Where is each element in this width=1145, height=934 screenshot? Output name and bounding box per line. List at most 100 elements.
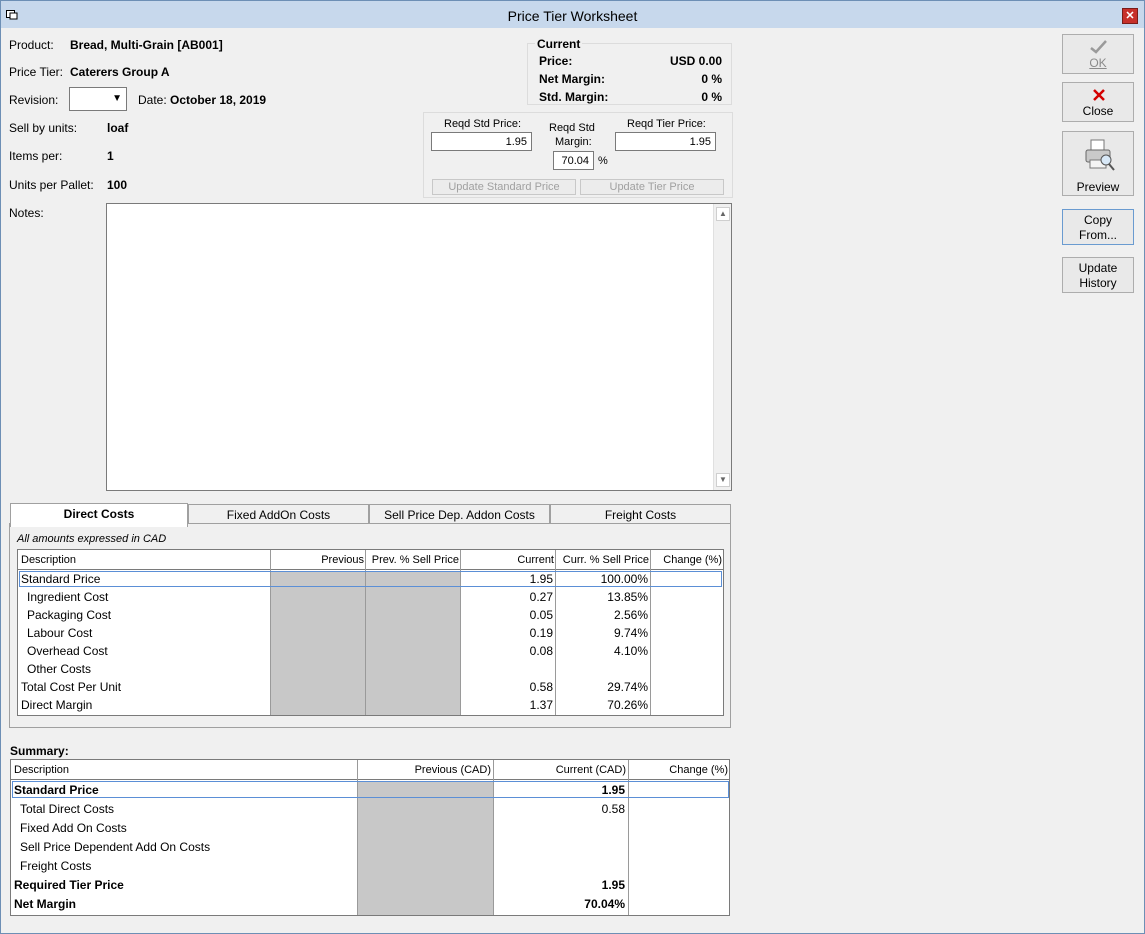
col-header-prev-pct[interactable]: Prev. % Sell Price: [366, 551, 459, 569]
row-current: 1.37: [529, 698, 553, 712]
row-current: 1.95: [529, 572, 553, 586]
row-curr-pct: 2.56%: [613, 608, 648, 622]
row-description: Other Costs: [27, 662, 92, 676]
col-header-current[interactable]: Current: [461, 551, 554, 569]
copy-from-label-1: Copy: [1083, 213, 1112, 227]
close-button-label: Close: [1082, 104, 1114, 118]
price-tier-label: Price Tier:: [9, 65, 64, 79]
summary-row-current: 1.95: [601, 878, 625, 892]
row-current: 0.08: [529, 644, 553, 658]
update-tier-price-button[interactable]: Update Tier Price: [580, 179, 724, 195]
items-per-label: Items per:: [9, 149, 63, 163]
window-title: Price Tier Worksheet: [507, 8, 638, 24]
row-current: 0.19: [529, 626, 553, 640]
update-history-label-2: History: [1079, 276, 1117, 290]
header-divider: [18, 569, 723, 570]
previous-column-shade: [358, 781, 493, 915]
summary-col-current[interactable]: Current (CAD): [494, 761, 626, 779]
current-net-margin-value: 0 %: [701, 72, 722, 86]
date-value: October 18, 2019: [170, 93, 267, 107]
row-description: Overhead Cost: [27, 644, 108, 658]
summary-row-description: Freight Costs: [20, 859, 92, 873]
current-price-label: Price:: [539, 54, 573, 68]
preview-button-label: Preview: [1076, 180, 1120, 194]
items-per-value: 1: [107, 149, 114, 163]
col-header-change[interactable]: Change (%): [651, 551, 722, 569]
tab-sell-price-dep-addon-costs[interactable]: Sell Price Dep. Addon Costs: [369, 504, 550, 524]
tab-fixed-addon-costs[interactable]: Fixed AddOn Costs: [188, 504, 369, 524]
printer-icon: [1085, 139, 1115, 171]
tab-freight-costs[interactable]: Freight Costs: [550, 504, 731, 524]
price-tier-value: Caterers Group A: [70, 65, 170, 79]
row-curr-pct: 13.85%: [607, 590, 648, 604]
revision-dropdown[interactable]: ▼: [69, 87, 127, 111]
row-description: Direct Margin: [21, 698, 93, 712]
notes-textarea[interactable]: ▲ ▼: [106, 203, 732, 491]
notes-label: Notes:: [9, 206, 44, 220]
update-standard-price-button[interactable]: Update Standard Price: [432, 179, 576, 195]
tab-direct-costs[interactable]: Direct Costs: [10, 503, 188, 527]
summary-col-description[interactable]: Description: [14, 761, 69, 779]
copy-from-button[interactable]: Copy From...: [1062, 209, 1134, 245]
reqd-tier-price-label: Reqd Tier Price:: [627, 118, 706, 130]
title-bar: Price Tier Worksheet ✕: [1, 1, 1144, 28]
row-description: Total Cost Per Unit: [21, 680, 122, 694]
col-header-curr-pct[interactable]: Curr. % Sell Price: [556, 551, 649, 569]
units-per-pallet-label: Units per Pallet:: [9, 178, 94, 192]
date-label: Date:: [138, 93, 167, 107]
row-curr-pct: 29.74%: [607, 680, 648, 694]
revision-label: Revision:: [9, 93, 59, 107]
row-description: Packaging Cost: [27, 608, 112, 622]
sell-units-label: Sell by units:: [9, 121, 78, 135]
current-std-margin-value: 0 %: [701, 90, 722, 104]
reqd-std-price-input[interactable]: 1.95: [431, 132, 532, 151]
row-current: 0.05: [529, 608, 553, 622]
update-history-button[interactable]: Update History: [1062, 257, 1134, 293]
row-description: Ingredient Cost: [27, 590, 109, 604]
ok-button-label: OK: [1089, 56, 1107, 70]
row-description: Standard Price: [21, 572, 101, 586]
current-title: Current: [535, 37, 583, 51]
percent-label: %: [598, 155, 608, 167]
direct-costs-grid: Description Previous Prev. % Sell Price …: [17, 549, 724, 716]
row-curr-pct: 9.74%: [613, 626, 648, 640]
notes-scrollbar[interactable]: ▲ ▼: [713, 204, 731, 490]
summary-grid: Description Previous (CAD) Current (CAD)…: [10, 759, 730, 916]
row-curr-pct: 4.10%: [613, 644, 648, 658]
summary-row-description: Sell Price Dependent Add On Costs: [20, 840, 211, 854]
units-per-pallet-value: 100: [107, 178, 128, 192]
reqd-std-price-label: Reqd Std Price:: [444, 118, 522, 130]
close-button[interactable]: Close: [1062, 82, 1134, 122]
update-history-label-1: Update: [1078, 261, 1118, 275]
reqd-std-margin-input[interactable]: 70.04: [553, 151, 594, 170]
scroll-up-icon[interactable]: ▲: [716, 207, 730, 221]
header-divider: [11, 779, 729, 780]
summary-row-description: Net Margin: [14, 897, 77, 911]
current-net-margin-label: Net Margin:: [539, 72, 605, 86]
summary-row-current: 1.95: [601, 783, 625, 797]
summary-row-current: 0.58: [601, 802, 625, 816]
product-value: Bread, Multi-Grain [AB001]: [70, 38, 223, 52]
reqd-std-margin-label: Reqd Std: [549, 122, 595, 134]
summary-col-previous[interactable]: Previous (CAD): [358, 761, 491, 779]
summary-col-change[interactable]: Change (%): [629, 761, 728, 779]
summary-row-description: Total Direct Costs: [20, 802, 115, 816]
scroll-down-icon[interactable]: ▼: [716, 473, 730, 487]
summary-row-description: Required Tier Price: [14, 878, 124, 892]
reqd-tier-price-input[interactable]: 1.95: [615, 132, 716, 151]
close-icon: [1093, 89, 1105, 101]
col-header-description[interactable]: Description: [21, 551, 76, 569]
col-header-previous[interactable]: Previous: [271, 551, 364, 569]
copy-from-label-2: From...: [1079, 228, 1117, 242]
row-current: 0.58: [529, 680, 553, 694]
row-description: Labour Cost: [27, 626, 93, 640]
reqd-std-margin-label-2: Margin:: [555, 136, 592, 148]
chevron-down-icon: ▼: [112, 93, 122, 104]
checkmark-icon: [1090, 40, 1107, 54]
row-curr-pct: 100.00%: [600, 572, 648, 586]
row-curr-pct: 70.26%: [607, 698, 648, 712]
ok-button[interactable]: OK: [1062, 34, 1134, 74]
preview-button[interactable]: Preview: [1062, 131, 1134, 196]
window-close-icon[interactable]: ✕: [1122, 8, 1138, 24]
summary-row-description: Fixed Add On Costs: [20, 821, 127, 835]
